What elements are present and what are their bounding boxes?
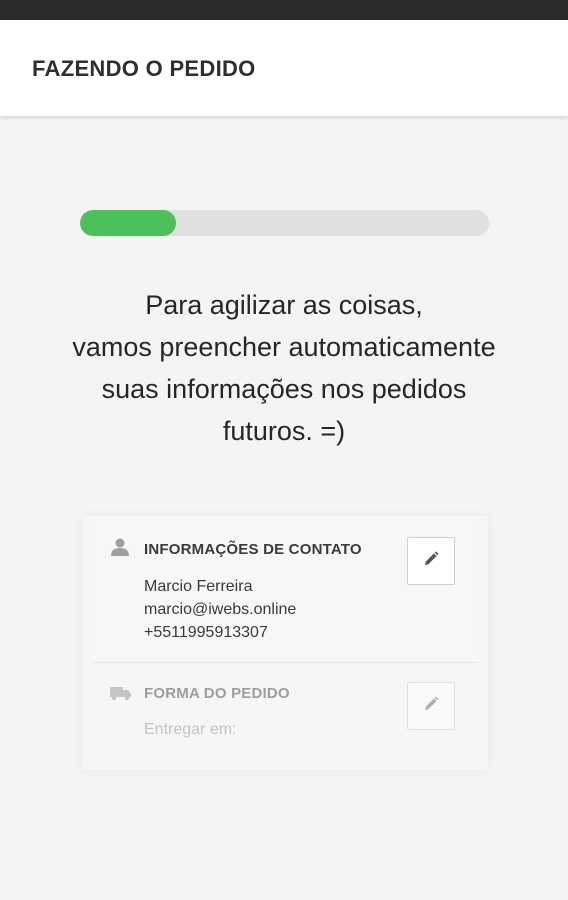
progress-bar (80, 210, 489, 236)
order-method-title: FORMA DO PEDIDO (144, 685, 290, 702)
pencil-icon (422, 695, 440, 718)
page-title: FAZENDO O PEDIDO (32, 56, 256, 81)
pencil-icon (422, 550, 440, 573)
delivery-address-placeholder: Entregar em: (144, 721, 237, 738)
status-bar (0, 0, 568, 20)
intro-line: Para agilizar as coisas, (145, 290, 423, 320)
edit-order-method-button[interactable] (407, 682, 455, 730)
contact-info-section: INFORMAÇÕES DE CONTATO Marcio Ferreira m… (92, 516, 478, 663)
intro-line: futuros. =) (222, 416, 346, 446)
intro-line: vamos preencher automaticamente (72, 332, 496, 362)
contact-email: marcio@iwebs.online (144, 601, 297, 618)
edit-contact-button[interactable] (407, 537, 455, 585)
app-bar: FAZENDO O PEDIDO (0, 20, 568, 116)
intro-message: Para agilizar as coisas, vamos preencher… (20, 284, 548, 452)
contact-details: Marcio Ferreira marcio@iwebs.online +551… (144, 575, 296, 644)
contact-info-title: INFORMAÇÕES DE CONTATO (144, 541, 362, 558)
contact-phone: +5511995913307 (144, 624, 268, 641)
intro-line: suas informações nos pedidos (101, 374, 467, 404)
person-icon (110, 538, 130, 556)
delivery-truck-icon (110, 685, 131, 703)
progress-bar-fill (80, 210, 177, 236)
order-method-section: FORMA DO PEDIDO Entregar em: (92, 663, 478, 753)
contact-name: Marcio Ferreira (144, 578, 253, 595)
order-summary-card: INFORMAÇÕES DE CONTATO Marcio Ferreira m… (82, 516, 488, 770)
